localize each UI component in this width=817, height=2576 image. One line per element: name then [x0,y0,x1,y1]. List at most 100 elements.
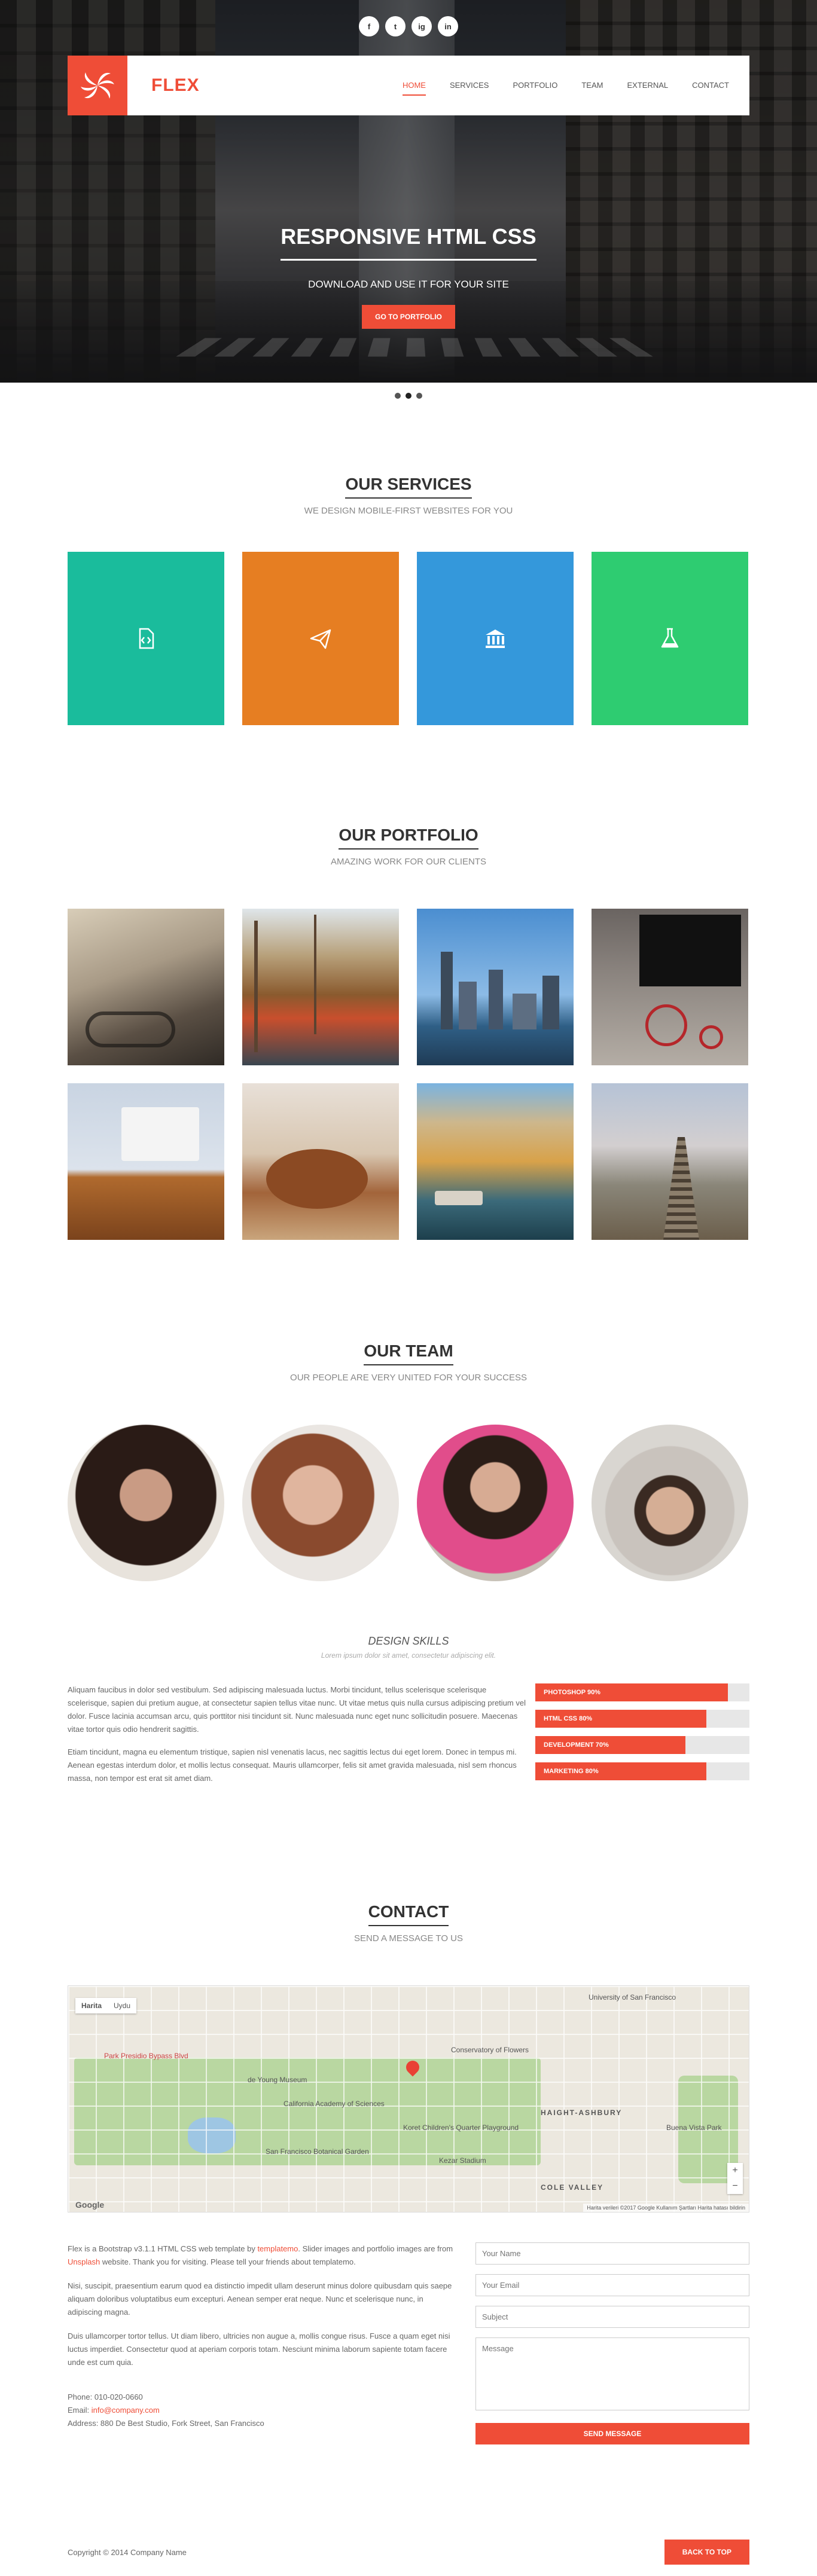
contact-email: Email: info@company.com [68,2406,160,2415]
service-tile-code[interactable] [68,552,224,725]
contact-paragraph: Duis ullamcorper tortor tellus. Ut diam … [68,2331,450,2367]
service-tile-bank[interactable] [417,552,574,725]
nav-external[interactable]: EXTERNAL [627,76,668,96]
zoom-out-icon[interactable]: − [727,2178,743,2194]
facebook-icon[interactable]: f [359,16,379,36]
contact-paragraph: Nisi, suscipit, praesentium earum quod e… [68,2281,452,2317]
map-attribution[interactable]: Harita verileri ©2017 Google Kullanım Şa… [583,2204,749,2212]
map-label: Conservatory of Flowers [451,2046,529,2054]
contact-intro: Flex is a Bootstrap v3.1.1 HTML CSS web … [68,2244,453,2266]
hero-title: RESPONSIVE HTML CSS [281,224,536,261]
map-type-control: Harita Uydu [75,1998,137,2013]
portfolio-item-canal-houses[interactable] [417,1083,574,1240]
services-section: OUR SERVICES WE DESIGN MOBILE-FIRST WEBS… [0,409,817,725]
google-map[interactable]: Harita Uydu Park Presidio Bypass Blvd de… [68,1985,749,2213]
map-label: Koret Children's Quarter Playground [403,2123,519,2132]
instagram-icon[interactable]: ig [411,16,432,36]
copyright: Copyright © 2014 Company Name [68,2547,187,2557]
map-label: Kezar Stadium [439,2156,486,2165]
hero-slider: f t ig in FLEX HOME SERVICES PORTFOLIO T [0,0,817,383]
map-zoom-control: + − [727,2163,743,2194]
slider-dot-3[interactable] [416,393,422,399]
skill-bars: PHOTOSHOP 90% HTML CSS 80% DEVELOPMENT 7… [535,1683,749,1789]
map-label: de Young Museum [248,2076,307,2084]
hero-content: RESPONSIVE HTML CSS DOWNLOAD AND USE IT … [0,224,817,329]
map-label: Buena Vista Park [666,2123,722,2132]
portfolio-item-tricycle[interactable] [592,909,748,1065]
map-label: Park Presidio Bypass Blvd [104,2052,188,2060]
portfolio-item-desk-glasses[interactable] [68,1083,224,1240]
map-streets [68,1986,749,2212]
map-type-satellite[interactable]: Uydu [108,1998,136,2013]
nav-contact[interactable]: CONTACT [692,76,729,96]
portfolio-item-bicycle-street[interactable] [68,909,224,1065]
send-message-button[interactable]: SEND MESSAGE [475,2423,749,2444]
contact-text: Flex is a Bootstrap v3.1.1 HTML CSS web … [68,2242,459,2444]
contact-address: Address: 880 De Best Studio, Fork Street… [68,2419,264,2428]
social-links: f t ig in [359,16,458,36]
skill-bar: DEVELOPMENT 70% [535,1736,749,1754]
skills-title: DESIGN SKILLS [368,1635,449,1647]
email-link[interactable]: info@company.com [92,2406,160,2415]
portfolio-item-boat-harbor[interactable] [242,909,399,1065]
code-file-icon [139,628,154,649]
portfolio-grid [68,909,749,1240]
team-grid [68,1425,749,1581]
linkedin-icon[interactable]: in [438,16,458,36]
portfolio-item-city-skyline[interactable] [417,909,574,1065]
back-to-top-button[interactable]: BACK TO TOP [664,2540,749,2565]
contact-title: CONTACT [368,1902,449,1926]
logo-icon[interactable] [68,56,127,115]
message-field[interactable] [475,2337,749,2410]
team-subtitle: OUR PEOPLE ARE VERY UNITED FOR YOUR SUCC… [290,1373,527,1383]
hero-subtitle: DOWNLOAD AND USE IT FOR YOUR SITE [308,279,509,290]
team-member-photo[interactable] [417,1425,574,1581]
portfolio-item-highland-cow[interactable] [242,1083,399,1240]
service-tile-send[interactable] [242,552,399,725]
brand-name[interactable]: FLEX [151,75,200,96]
map-type-map[interactable]: Harita [75,1998,108,2013]
team-member-photo[interactable] [592,1425,748,1581]
nav-team[interactable]: TEAM [581,76,603,96]
nav-home[interactable]: HOME [402,76,426,96]
team-member-photo[interactable] [68,1425,224,1581]
slider-dot-2[interactable] [406,393,411,399]
bank-icon [486,630,505,648]
nav-services[interactable]: SERVICES [450,76,489,96]
contact-phone: Phone: 010-020-0660 [68,2392,143,2401]
paper-plane-icon [310,629,331,649]
templatemo-link[interactable]: templatemo [257,2244,298,2253]
nav-portfolio[interactable]: PORTFOLIO [513,76,557,96]
skills-block: DESIGN SKILLS Lorem ipsum dolor sit amet… [68,1635,749,1789]
contact-subtitle: SEND A MESSAGE TO US [353,1933,463,1944]
skill-bar-fill: HTML CSS 80% [535,1710,707,1728]
map-label: California Academy of Sciences [283,2100,385,2108]
zoom-in-icon[interactable]: + [727,2163,743,2178]
twitter-icon[interactable]: t [385,16,406,36]
map-label: HAIGHT-ASHBURY [541,2109,623,2117]
name-field[interactable] [475,2242,749,2265]
subject-field[interactable] [475,2306,749,2328]
portfolio-button[interactable]: GO TO PORTFOLIO [362,305,455,329]
skill-bar-fill: MARKETING 80% [535,1762,707,1780]
contact-form: SEND MESSAGE [475,2242,749,2444]
slider-dots [0,383,817,409]
footer: Copyright © 2014 Company Name BACK TO TO… [0,2528,817,2576]
main-nav: HOME SERVICES PORTFOLIO TEAM EXTERNAL CO… [402,76,729,96]
email-field[interactable] [475,2274,749,2296]
services-subtitle: WE DESIGN MOBILE-FIRST WEBSITES FOR YOU [304,506,513,516]
google-logo: Google [75,2200,105,2210]
slider-dot-1[interactable] [395,393,401,399]
team-member-photo[interactable] [242,1425,399,1581]
service-tile-lab[interactable] [592,552,748,725]
services-grid [68,552,749,725]
unsplash-link[interactable]: Unsplash [68,2257,100,2266]
skill-bar-fill: PHOTOSHOP 90% [535,1683,728,1701]
portfolio-item-railway[interactable] [592,1083,748,1240]
team-section: OUR TEAM OUR PEOPLE ARE VERY UNITED FOR … [0,1240,817,1789]
portfolio-title: OUR PORTFOLIO [339,826,478,850]
skill-bar-fill: DEVELOPMENT 70% [535,1736,685,1754]
services-title: OUR SERVICES [345,475,472,499]
map-label: COLE VALLEY [541,2183,604,2192]
skills-paragraph: Aliquam faucibus in dolor sed vestibulum… [68,1685,526,1734]
